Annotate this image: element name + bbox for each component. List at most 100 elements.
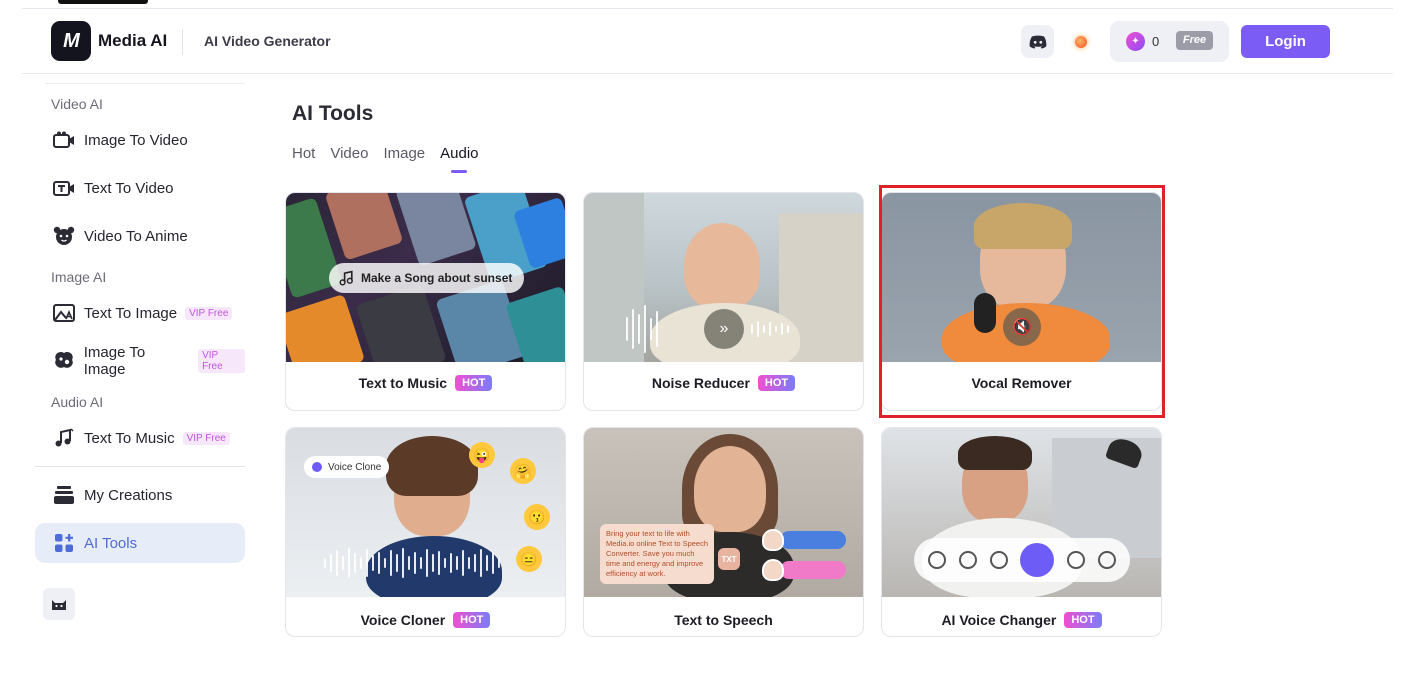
tab-video[interactable]: Video (330, 145, 368, 162)
sidebar-item-text-to-image[interactable]: Text To Image VIP Free (35, 293, 245, 333)
sidebar-item-my-creations[interactable]: My Creations (35, 475, 245, 515)
card-title-row: Text to Speech (584, 612, 863, 628)
sidebar-section-image-ai: Image AI (51, 269, 107, 285)
logo-glyph: M (63, 29, 80, 52)
album-tile (286, 293, 366, 362)
card-title: Text to Music (358, 375, 448, 391)
card-title-row: AI Voice Changer HOT (882, 612, 1161, 628)
assistant-button[interactable] (43, 588, 75, 620)
text-to-image-icon (51, 302, 77, 324)
voice-person-icon (989, 551, 1008, 569)
sidebar-item-label: Text To Music (84, 429, 175, 447)
selection-highlight (879, 185, 1165, 418)
sidebar-item-image-to-image[interactable]: Image To Image VIP Free (35, 341, 245, 381)
voice-card-icon (1097, 551, 1116, 569)
album-tile (324, 193, 404, 261)
ai-voice-changer-thumbnail (882, 428, 1161, 597)
sidebar-item-label: Text To Image (84, 304, 178, 322)
voice-cloner-thumbnail: Voice Clone 😜 🤗 😗 😑 (286, 428, 565, 597)
tool-card-text-to-music[interactable]: Make a Song about sunset Text to Music H… (285, 192, 566, 411)
sidebar-item-video-to-anime[interactable]: Video To Anime (35, 216, 245, 256)
sidebar-item-text-to-music[interactable]: Text To Music VIP Free (35, 418, 245, 458)
category-tabs: Hot Video Image Audio (292, 145, 494, 162)
tool-card-ai-voice-changer[interactable]: AI Voice Changer HOT (881, 427, 1162, 637)
avatar-male (762, 529, 784, 551)
voice-bubble-pink (780, 561, 846, 579)
emoji-icon: 🤗 (510, 458, 536, 484)
sidebar-item-image-to-video[interactable]: Image To Video (35, 120, 245, 160)
voice-selector-bar (914, 538, 1130, 582)
tab-audio[interactable]: Audio (440, 145, 478, 162)
vip-free-badge: VIP Free (182, 431, 230, 445)
tool-card-voice-cloner[interactable]: Voice Clone 😜 🤗 😗 😑 Voice Cloner HOT (285, 427, 566, 637)
notification-button[interactable] (1072, 33, 1090, 51)
card-title-row: Voice Cloner HOT (286, 612, 565, 628)
voice-astronaut-icon (958, 551, 977, 569)
avatar-female (762, 559, 784, 581)
credits-widget[interactable]: ✦ 0 Free (1110, 21, 1229, 62)
audio-waveform (749, 321, 791, 337)
grid-plus-icon (51, 532, 77, 554)
anime-face-icon (51, 225, 77, 247)
card-title-row: Text to Music HOT (286, 375, 565, 391)
voice-clone-chip: Voice Clone (304, 456, 390, 478)
music-note-icon (51, 427, 77, 449)
audio-waveform (624, 305, 660, 353)
vip-free-badge: VIP Free (198, 349, 245, 373)
text-to-video-icon (51, 177, 77, 199)
discord-button[interactable] (1021, 25, 1054, 58)
txt-chip: TXT (718, 548, 740, 570)
sidebar-section-video-ai: Video AI (51, 96, 103, 112)
notification-dot-icon (1075, 36, 1087, 48)
voice-bubble-blue (780, 531, 846, 549)
hot-badge: HOT (455, 375, 493, 391)
login-button[interactable]: Login (1241, 25, 1330, 58)
sidebar-item-ai-tools[interactable]: AI Tools (35, 523, 245, 563)
person-hair (958, 436, 1032, 470)
stack-icon (51, 484, 77, 506)
hot-badge: HOT (1064, 612, 1102, 628)
card-title: Noise Reducer (651, 375, 750, 391)
credits-count: 0 (1152, 34, 1160, 49)
sidebar-item-label: Text To Video (84, 179, 174, 197)
voice-clone-label: Voice Clone (328, 461, 382, 473)
sidebar-item-text-to-video[interactable]: Text To Video (35, 168, 245, 208)
voice-face-icon (928, 551, 947, 569)
sidebar-item-label: Image To Image (83, 344, 146, 378)
emoji-icon: 😗 (524, 504, 550, 530)
credit-gem-icon: ✦ (1126, 32, 1145, 51)
voice-ghost-icon (1066, 551, 1085, 569)
sidebar: Video AI Image To Video Text To Video Vi… (35, 83, 247, 643)
sidebar-item-label: Image To Video (84, 131, 188, 149)
person-face-front (694, 446, 766, 532)
album-tile (355, 284, 447, 362)
header-divider (182, 29, 183, 55)
tool-card-noise-reducer[interactable]: » Noise Reducer HOT (583, 192, 864, 411)
page-title: AI Tools (292, 102, 374, 125)
tab-hot[interactable]: Hot (292, 145, 315, 162)
brand-name[interactable]: Media AI (98, 31, 167, 51)
image-to-video-icon (51, 129, 77, 151)
app-header: M Media AI AI Video Generator ✦ 0 Free L… (22, 9, 1393, 74)
app-logo[interactable]: M (51, 21, 91, 61)
tool-card-text-to-speech[interactable]: Bring your text to life with Media.io on… (583, 427, 864, 637)
person-hair (386, 436, 478, 496)
tts-text-note: Bring your text to life with Media.io on… (600, 524, 714, 584)
tab-image[interactable]: Image (383, 145, 425, 162)
header-subtitle[interactable]: AI Video Generator (204, 33, 331, 49)
person-face (684, 223, 760, 309)
plan-badge: Free (1176, 31, 1213, 50)
audio-waveform (322, 548, 502, 578)
top-strip-mark (58, 0, 148, 4)
sidebar-section-audio-ai: Audio AI (51, 394, 104, 410)
hot-badge: HOT (453, 612, 491, 628)
sidebar-item-label: Video To Anime (84, 227, 188, 245)
music-note-icon (339, 270, 353, 286)
sidebar-divider (35, 466, 245, 467)
discord-icon (1029, 35, 1046, 49)
hot-badge: HOT (757, 375, 796, 391)
noise-reducer-thumbnail: » (584, 193, 863, 362)
card-title: AI Voice Changer (941, 612, 1057, 628)
image-to-image-icon (51, 350, 77, 372)
vip-free-badge: VIP Free (185, 306, 233, 320)
